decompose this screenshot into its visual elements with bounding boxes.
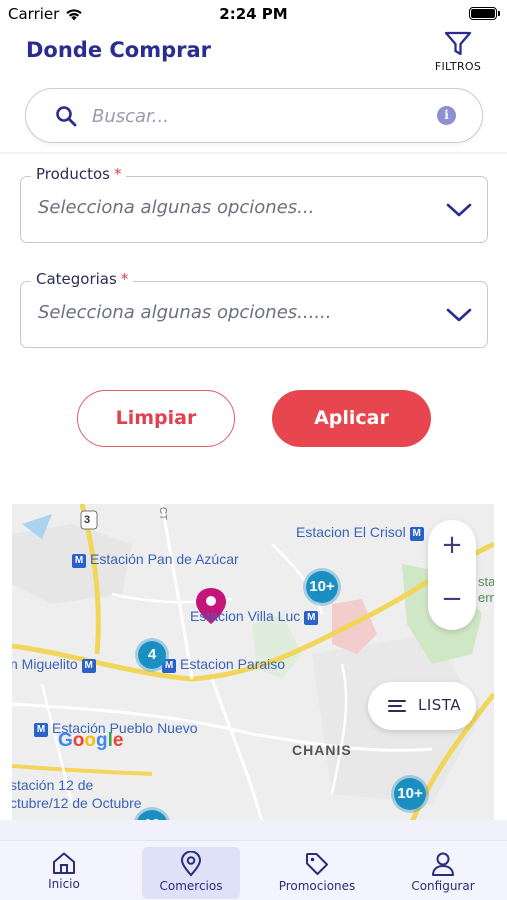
info-icon[interactable]: i — [437, 106, 456, 125]
tab-inicio-label: Inicio — [48, 877, 80, 891]
filter-icon — [444, 31, 472, 56]
status-time: 2:24 PM — [219, 5, 288, 23]
tab-configurar[interactable]: Configurar — [394, 847, 492, 899]
required-asterisk: * — [120, 270, 129, 288]
search-icon — [56, 106, 77, 127]
tab-configurar-label: Configurar — [411, 879, 475, 893]
tab-promociones-label: Promociones — [278, 879, 356, 893]
tab-comercios[interactable]: Comercios — [142, 847, 240, 899]
productos-label: Productos * — [31, 165, 127, 183]
productos-select[interactable]: Productos * Selecciona algunas opciones..… — [20, 165, 488, 243]
categorias-label: Categorias * — [31, 270, 134, 288]
battery-icon — [469, 7, 500, 20]
map-label-road-ct: CT — [157, 506, 169, 521]
search-input[interactable] — [92, 101, 422, 131]
apply-button[interactable]: Aplicar — [272, 390, 431, 447]
metro-icon: M — [72, 554, 86, 568]
header: Donde Comprar FILTROS — [0, 30, 507, 80]
zoom-controls: + − — [428, 520, 476, 630]
tab-bar: Inicio Comercios Promociones Configurar — [0, 840, 507, 900]
map-label-estacion-12-octubre: stación 12 de ctubre/12 de Octubre — [12, 777, 142, 811]
map-label-road-3: 3 — [84, 514, 91, 526]
filters-button[interactable]: FILTROS — [433, 30, 483, 73]
status-bar: Carrier 2:24 PM — [0, 0, 507, 30]
user-icon — [432, 852, 454, 876]
map-label-estacion-paraiso: M Estacion Paraiso — [158, 656, 285, 673]
metro-icon: M — [81, 659, 96, 673]
page-title: Donde Comprar — [26, 38, 212, 62]
list-icon — [388, 700, 406, 712]
google-logo: Google — [58, 730, 124, 751]
chevron-down-icon — [446, 308, 472, 322]
categorias-value: Selecciona algunas opciones...... — [38, 302, 332, 323]
list-view-label: LISTA — [418, 696, 462, 714]
map-cluster-chanis[interactable]: 10+ — [391, 775, 429, 813]
tab-comercios-label: Comercios — [159, 879, 223, 893]
metro-icon: M — [304, 611, 319, 625]
categorias-select[interactable]: Categorias * Selecciona algunas opciones.… — [20, 270, 488, 348]
map-label-estacion-pan-de-azucar: M Estación Pan de Azúcar — [68, 551, 239, 568]
tag-icon — [306, 853, 328, 875]
clear-button[interactable]: Limpiar — [77, 390, 235, 447]
list-view-button[interactable]: LISTA — [368, 682, 476, 730]
chevron-down-icon — [446, 203, 472, 217]
required-asterisk: * — [113, 165, 122, 183]
map-label-estacion-villa-lucre: Estacion Villa Luc M — [190, 608, 322, 625]
home-icon — [53, 852, 75, 874]
location-pin-icon — [180, 851, 202, 877]
filters-label: FILTROS — [434, 60, 482, 73]
tab-inicio[interactable]: Inicio — [15, 847, 113, 899]
map-label-edge: sta ern — [478, 574, 494, 605]
divider — [0, 152, 507, 154]
background-band — [0, 820, 507, 840]
metro-icon: M — [409, 527, 424, 541]
map-label-chanis: CHANIS — [292, 742, 352, 758]
tab-promociones[interactable]: Promociones — [268, 847, 366, 899]
map-label-miguelito: n Miguelito M — [12, 656, 100, 673]
map-cluster-villa-lucre[interactable]: 10+ — [303, 568, 341, 606]
productos-value: Selecciona algunas opciones... — [38, 197, 315, 218]
zoom-out-button[interactable]: − — [428, 584, 476, 614]
search-bar: i — [25, 88, 483, 143]
zoom-in-button[interactable]: + — [428, 530, 476, 560]
map-cluster-paraiso[interactable]: 4 — [135, 638, 169, 672]
map-view[interactable]: 3 CT Estacion El Crisol M M Estación Pan d… — [12, 504, 494, 822]
map-label-estacion-el-crisol: Estacion El Crisol M — [296, 524, 428, 541]
metro-icon: M — [34, 723, 48, 737]
